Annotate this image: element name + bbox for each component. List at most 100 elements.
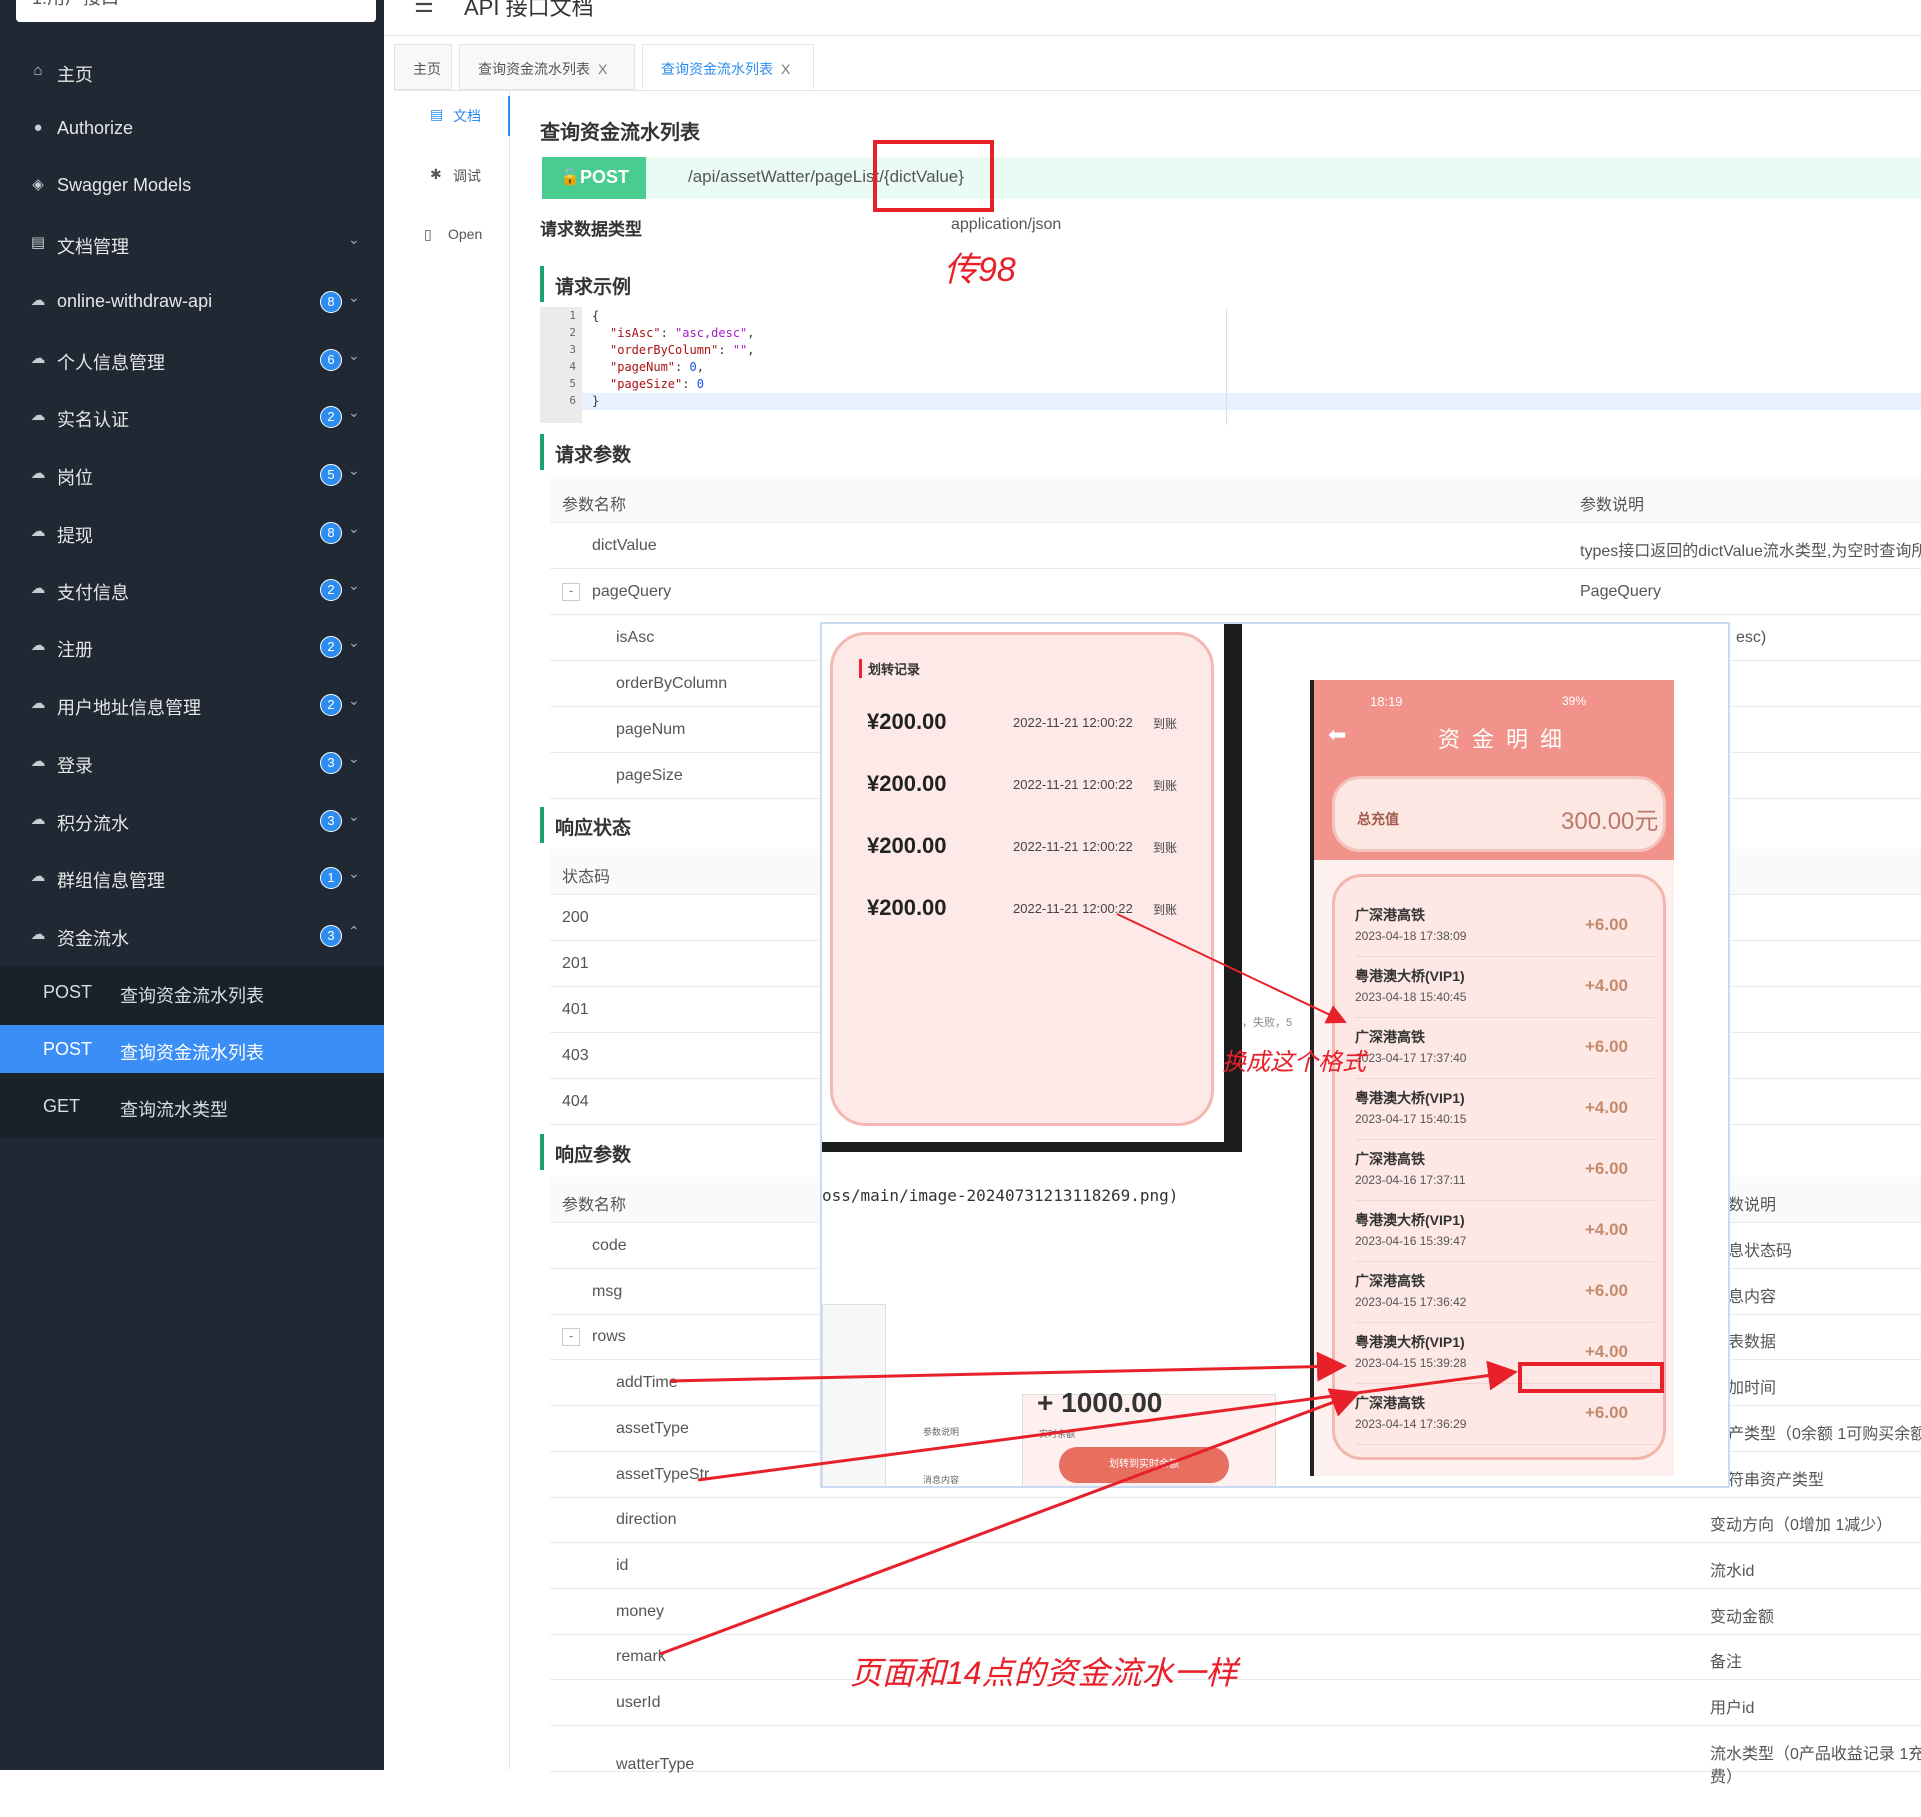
record-date: 2022-11-21 12:00:22 — [1013, 715, 1133, 730]
table-row: dictValue types接口返回的dictValue流水类型,为空时查询所有 — [550, 523, 1921, 569]
phone-record-name: 粤港澳大桥(VIP1) — [1355, 1212, 1465, 1228]
count-badge: 8 — [320, 522, 342, 544]
param-name: userId — [616, 1694, 661, 1711]
mini-screenshot — [822, 1304, 886, 1486]
param-desc: 流水类型（0产品收益记录 1充 — [1710, 1745, 1921, 1763]
sidebar-item[interactable]: ☁ 岗位 5 ⌄ — [0, 447, 384, 503]
param-name: dictValue — [592, 537, 657, 554]
sidebar-item[interactable]: ☁ 提现 8 ⌄ — [0, 505, 384, 561]
method-label: POST — [580, 167, 630, 187]
sidebar-item[interactable]: ☁ 群组信息管理 1 ⌄ — [0, 850, 384, 906]
sidebar-item-label: 资金流水 — [57, 929, 129, 949]
sidebar-item[interactable]: ☁ 实名认证 2 ⌄ — [0, 389, 384, 445]
unlock-icon: 🔓 — [560, 169, 580, 186]
code-editor[interactable]: 1 2 3 4 5 6 { "isAsc": "asc,desc", "orde… — [540, 307, 1921, 425]
transfer-record-row: ¥200.00 2022-11-21 12:00:22 到账 — [857, 759, 1197, 815]
code-divider — [1226, 309, 1227, 425]
collapse-toggle[interactable]: - — [562, 1328, 580, 1347]
status-code: 404 — [562, 1093, 589, 1110]
group-select[interactable]: 1.用户接口 ⌄ — [16, 0, 376, 22]
sidebar-item-label: Swagger Models — [57, 175, 192, 195]
tab-home[interactable]: 主页 — [394, 44, 452, 90]
cloud-icon: ☁ — [30, 753, 46, 770]
hamburger-icon[interactable]: ☰ — [414, 0, 434, 18]
param-name: remark — [616, 1648, 666, 1666]
sidebar-item[interactable]: ▤ 文档管理 ⌄ — [0, 216, 384, 272]
sidebar-item[interactable]: ☁ 用户地址信息管理 2 ⌄ — [0, 677, 384, 733]
annotation-note: 换成这个格式 — [1222, 1049, 1366, 1076]
collapse-toggle[interactable]: - — [562, 583, 580, 601]
param-name: pageQuery — [592, 583, 672, 600]
current-line-highlight — [582, 393, 1921, 410]
sidebar-item[interactable]: ☁ 支付信息 2 ⌄ — [0, 562, 384, 618]
sidebar-item-label: 用户地址信息管理 — [57, 698, 201, 718]
vnav-open[interactable]: ▯ Open — [396, 216, 510, 256]
card-title: 划转记录 — [859, 659, 920, 678]
sidebar-subitem-label: 查询流水类型 — [120, 1100, 228, 1120]
param-desc: 费） — [1710, 1769, 1743, 1787]
phone-record-amount: +4.00 — [1585, 1220, 1629, 1239]
file-icon: ▯ — [424, 226, 432, 242]
count-badge: 3 — [320, 752, 342, 774]
param-desc: 变动方向（0增加 1减少） — [1710, 1517, 1893, 1535]
record-amount: ¥200.00 — [867, 771, 947, 796]
doc-view-nav: ▤ 文档 ✱ 调试 ▯ Open — [396, 90, 510, 1770]
vnav-debug-label: 调试 — [453, 168, 481, 184]
image-path-text: oss/main/image-20240731213118269.png) — [822, 1186, 1179, 1205]
count-badge: 1 — [320, 867, 342, 889]
sidebar-item-label: 积分流水 — [57, 814, 129, 834]
chevron-down-icon: ⌄ — [348, 289, 360, 305]
vnav-doc[interactable]: ▤ 文档 — [396, 96, 510, 136]
phone-record-date: 2023-04-16 17:37:11 — [1355, 1173, 1466, 1187]
table-row: direction 变动方向（0增加 1减少） — [550, 1497, 1921, 1544]
sidebar-item[interactable]: ☁ 登录 3 ⌄ — [0, 735, 384, 791]
col-param-name: 参数名称 — [562, 497, 627, 514]
code-line: } — [592, 394, 600, 408]
section-response-params: 响应参数 — [540, 1134, 631, 1170]
cloud-icon: ☁ — [30, 868, 46, 885]
sidebar-item[interactable]: ☁ 积分流水 3 ⌄ — [0, 793, 384, 849]
mini-transfer-screenshot: + 1000.00 参数说明 消息内容 实时余额 划转到实时余额 — [923, 1387, 1276, 1486]
sidebar-item[interactable]: ● Authorize — [0, 101, 384, 157]
sidebar-item[interactable]: ☁ 个人信息管理 6 ⌄ — [0, 332, 384, 388]
chevron-down-icon: ⌄ — [348, 634, 360, 650]
http-method: POST — [43, 1039, 93, 1059]
phone-record-amount: +4.00 — [1585, 1098, 1629, 1117]
sidebar-subitem[interactable]: POST 查询资金流水列表 — [0, 1025, 384, 1073]
phone-record-date: 2023-04-15 15:39:28 — [1355, 1356, 1467, 1370]
sidebar-subitem[interactable]: POST 查询资金流水列表 — [0, 968, 384, 1016]
phone-record-date: 2023-04-17 15:40:15 — [1355, 1112, 1467, 1126]
status-code: 200 — [562, 909, 589, 926]
transfer-record-row: ¥200.00 2022-11-21 12:00:22 到账 — [857, 697, 1197, 753]
sidebar-item[interactable]: ☁ 资金流水 3 ⌃ — [0, 908, 384, 964]
phone-battery: 39% — [1562, 694, 1587, 708]
sidebar-item[interactable]: ☁ online-withdraw-api 8 ⌄ — [0, 274, 384, 330]
sidebar-item-label: 岗位 — [57, 468, 93, 488]
method-badge[interactable]: 🔓 POST — [542, 157, 646, 199]
param-name: isAsc — [616, 629, 655, 646]
home-icon: ⌂ — [33, 62, 43, 79]
count-badge: 2 — [320, 579, 342, 601]
sidebar-subitem[interactable]: GET 查询流水类型 — [0, 1082, 384, 1130]
sidebar-item-label: 注册 — [57, 640, 93, 660]
line-number: 6 — [569, 394, 576, 407]
record-status: 到账 — [1153, 903, 1178, 917]
table-row: - pageQuery PageQuery — [550, 569, 1921, 615]
phone-record-list: 广深港高铁 2023-04-18 17:38:09 +6.00 粤港澳大桥(VIP1)… — [1332, 874, 1666, 1460]
sidebar-item[interactable]: ⌂ 主页 — [0, 44, 384, 100]
param-name: rows — [592, 1328, 626, 1346]
phone-record-name: 粤港澳大桥(VIP1) — [1355, 1090, 1465, 1106]
param-desc: 息内容 — [1728, 1288, 1777, 1306]
phone-record-name: 粤港澳大桥(VIP1) — [1355, 968, 1465, 984]
param-name: addTime — [616, 1374, 678, 1392]
vnav-debug[interactable]: ✱ 调试 — [396, 156, 510, 196]
sidebar-item[interactable]: ◈ Swagger Models — [0, 158, 384, 214]
api-title: 查询资金流水列表 — [540, 122, 700, 144]
col-param-desc: 数说明 — [1728, 1197, 1777, 1214]
param-desc: 用户id — [1710, 1700, 1755, 1717]
sidebar-item[interactable]: ☁ 注册 2 ⌄ — [0, 619, 384, 675]
chevron-down-icon: ⌄ — [348, 231, 360, 247]
sidebar-item-label: 登录 — [57, 756, 93, 776]
param-name: direction — [616, 1511, 677, 1529]
count-badge: 3 — [320, 810, 342, 832]
